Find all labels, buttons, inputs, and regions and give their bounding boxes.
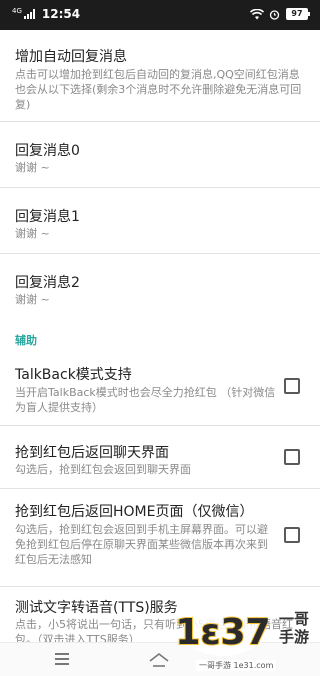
pref-talkback-title: TalkBack模式支持 [15,367,132,383]
pref-back-to-home-title: 抢到红包后返回HOME页面（仅微信） [15,504,254,520]
pref-back-to-home-summary: 勾选后，抢到红包会返回到手机主屏幕界面。可以避免抢到红包后停在原聊天界面某些微信… [15,523,268,566]
settings-list[interactable]: 增加自动回复消息 点击可以增加抢到红包后自动回的复消息,QQ空间红包消息也会从以… [0,30,320,642]
pref-reply-2[interactable]: 回复消息2 谢谢 ~ [0,254,320,319]
watermark-logo: 1ε37 [178,608,268,656]
pref-talkback[interactable]: TalkBack模式支持 当开启TalkBack模式时也会尽全力抢红包 （针对微… [0,354,320,422]
pref-back-to-chat-summary: 勾选后，抢到红包会返回到聊天界面 [15,463,191,476]
pref-reply-2-title: 回复消息2 [15,275,80,291]
pref-reply-0-title: 回复消息0 [15,143,80,159]
menu-icon[interactable] [55,653,69,665]
status-bar: 4G 12:54 97 [0,0,320,30]
pref-reply-1-summary: 谢谢 ~ [15,227,50,240]
status-right: 97 [250,8,310,20]
svg-text:1ε37: 1ε37 [178,612,268,653]
signal-icon [23,9,36,19]
status-left: 4G 12:54 [12,7,80,21]
pref-reply-1[interactable]: 回复消息1 谢谢 ~ [0,188,320,253]
pref-reply-0-summary: 谢谢 ~ [15,161,50,174]
pref-tts-test-title: 测试文字转语音(TTS)服务 [15,600,178,616]
pref-reply-0[interactable]: 回复消息0 谢谢 ~ [0,122,320,187]
status-time: 12:54 [41,7,81,21]
watermark: 1ε37 一哥手游 一哥手游 1e31.com [178,600,318,676]
pref-auto-reply[interactable]: 增加自动回复消息 点击可以增加抢到红包后自动回的复消息,QQ空间红包消息也会从以… [0,30,320,116]
alarm-icon [269,9,280,20]
pref-auto-reply-title: 增加自动回复消息 [15,49,127,65]
back-to-chat-checkbox[interactable] [284,449,300,465]
battery-icon: 97 [286,8,310,20]
pref-auto-reply-summary: 点击可以增加抢到红包后自动回的复消息,QQ空间红包消息也会从以下选择(剩余3个消… [15,68,302,111]
pref-back-to-home[interactable]: 抢到红包后返回HOME页面（仅微信） 勾选后，抢到红包会返回到手机主屏幕界面。可… [0,489,320,593]
network-type: 4G [12,6,22,15]
pref-reply-2-summary: 谢谢 ~ [15,293,50,306]
pref-back-to-chat-title: 抢到红包后返回聊天界面 [15,445,169,461]
pref-talkback-summary: 当开启TalkBack模式时也会尽全力抢红包 （针对微信为盲人提供支持） [15,386,276,414]
wifi-icon [250,8,264,19]
talkback-checkbox[interactable] [284,378,300,394]
pref-reply-1-title: 回复消息1 [15,209,80,225]
back-to-home-checkbox[interactable] [284,527,300,543]
watermark-brand: 一哥手游 [278,610,309,646]
section-header-assist: 辅助 [15,334,37,347]
home-icon[interactable] [148,652,170,668]
watermark-domain: 一哥手游 1e31.com [196,660,277,671]
pref-back-to-chat[interactable]: 抢到红包后返回聊天界面 勾选后，抢到红包会返回到聊天界面 [0,426,320,482]
